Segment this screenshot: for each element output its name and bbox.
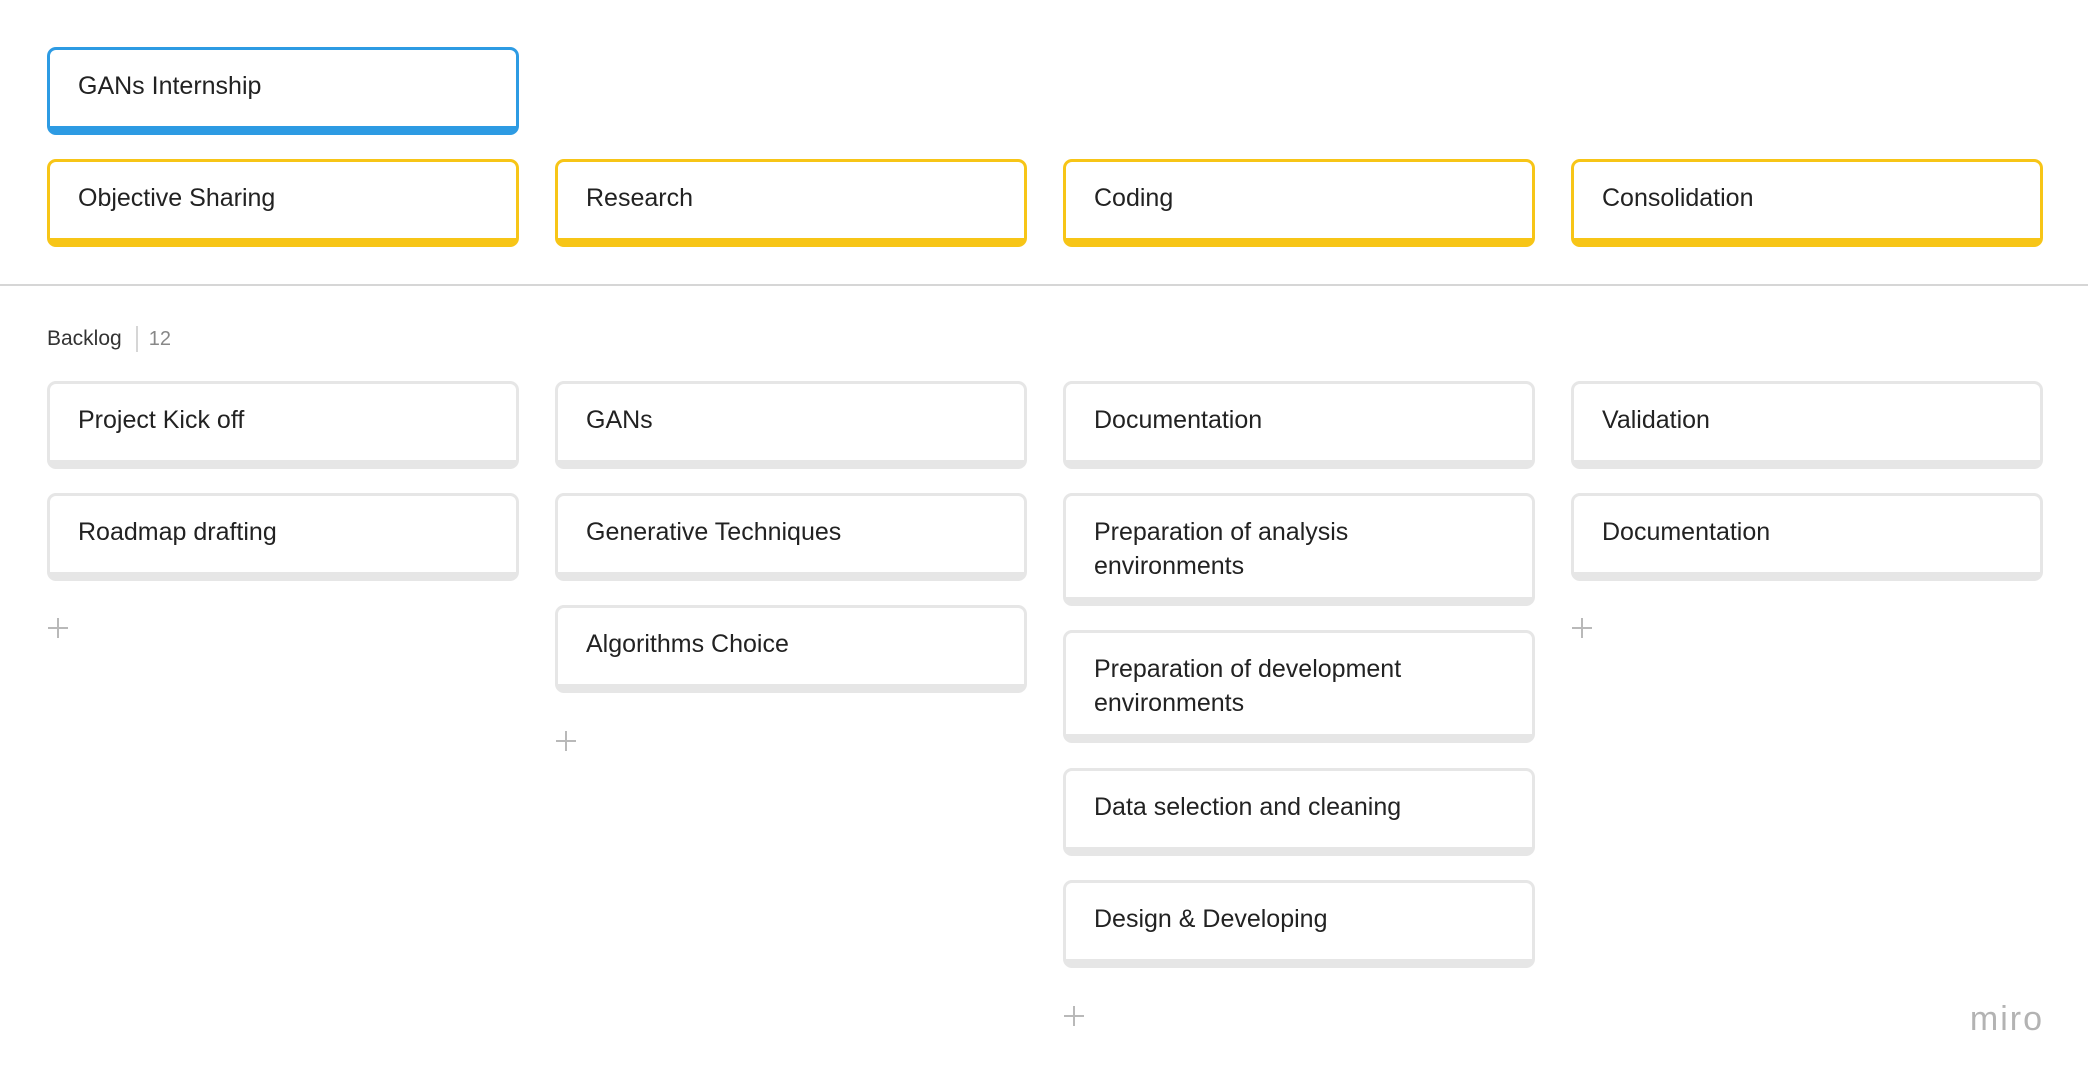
task-card[interactable]: GANs xyxy=(555,381,1027,469)
stage-card-consolidation[interactable]: Consolidation xyxy=(1571,159,2043,247)
board-title-card[interactable]: GANs Internship xyxy=(47,47,519,135)
task-card-label: Documentation xyxy=(1602,518,1771,546)
stage-card-coding[interactable]: Coding xyxy=(1063,159,1535,247)
task-card-label: Algorithms Choice xyxy=(586,630,789,658)
add-card-plus-icon[interactable] xyxy=(1064,1006,1084,1026)
task-card-label: Documentation xyxy=(1094,406,1263,434)
add-card-plus-icon[interactable] xyxy=(556,731,576,751)
task-card-label: Preparation of development environments xyxy=(1094,655,1402,717)
backlog-count: 12 xyxy=(148,327,171,350)
backlog-header: Backlog 12 xyxy=(47,324,171,354)
task-card[interactable]: Project Kick off xyxy=(47,381,519,469)
task-card[interactable]: Documentation xyxy=(1571,493,2043,581)
task-card[interactable]: Generative Techniques xyxy=(555,493,1027,581)
backlog-label: Backlog xyxy=(47,327,122,350)
add-card-plus-icon[interactable] xyxy=(48,618,68,638)
stage-label: Coding xyxy=(1094,184,1174,212)
board-title: GANs Internship xyxy=(78,72,262,100)
stage-card-objective-sharing[interactable]: Objective Sharing xyxy=(47,159,519,247)
task-card[interactable]: Preparation of analysis environments xyxy=(1063,493,1535,606)
task-card-label: Data selection and cleaning xyxy=(1094,793,1402,821)
task-card-label: Project Kick off xyxy=(78,406,245,434)
stage-card-research[interactable]: Research xyxy=(555,159,1027,247)
task-card[interactable]: Algorithms Choice xyxy=(555,605,1027,693)
task-card-label: Roadmap drafting xyxy=(78,518,277,546)
stage-label: Objective Sharing xyxy=(78,184,276,212)
stage-label: Consolidation xyxy=(1602,184,1754,212)
backlog-separator xyxy=(135,326,138,352)
miro-logo: miro xyxy=(1969,1000,2044,1038)
stage-label: Research xyxy=(586,184,693,212)
task-card[interactable]: Validation xyxy=(1571,381,2043,469)
swimlane-divider xyxy=(0,284,2088,286)
task-card[interactable]: Preparation of development environments xyxy=(1063,630,1535,743)
task-card[interactable]: Documentation xyxy=(1063,381,1535,469)
add-card-plus-icon[interactable] xyxy=(1572,618,1592,638)
task-card-label: Design & Developing xyxy=(1094,905,1328,933)
task-card-label: GANs xyxy=(586,406,653,434)
task-card-label: Preparation of analysis environments xyxy=(1094,518,1349,580)
task-card[interactable]: Design & Developing xyxy=(1063,880,1535,968)
task-card[interactable]: Roadmap drafting xyxy=(47,493,519,581)
task-card-label: Validation xyxy=(1602,406,1710,434)
task-card-label: Generative Techniques xyxy=(586,518,842,546)
task-card[interactable]: Data selection and cleaning xyxy=(1063,768,1535,856)
